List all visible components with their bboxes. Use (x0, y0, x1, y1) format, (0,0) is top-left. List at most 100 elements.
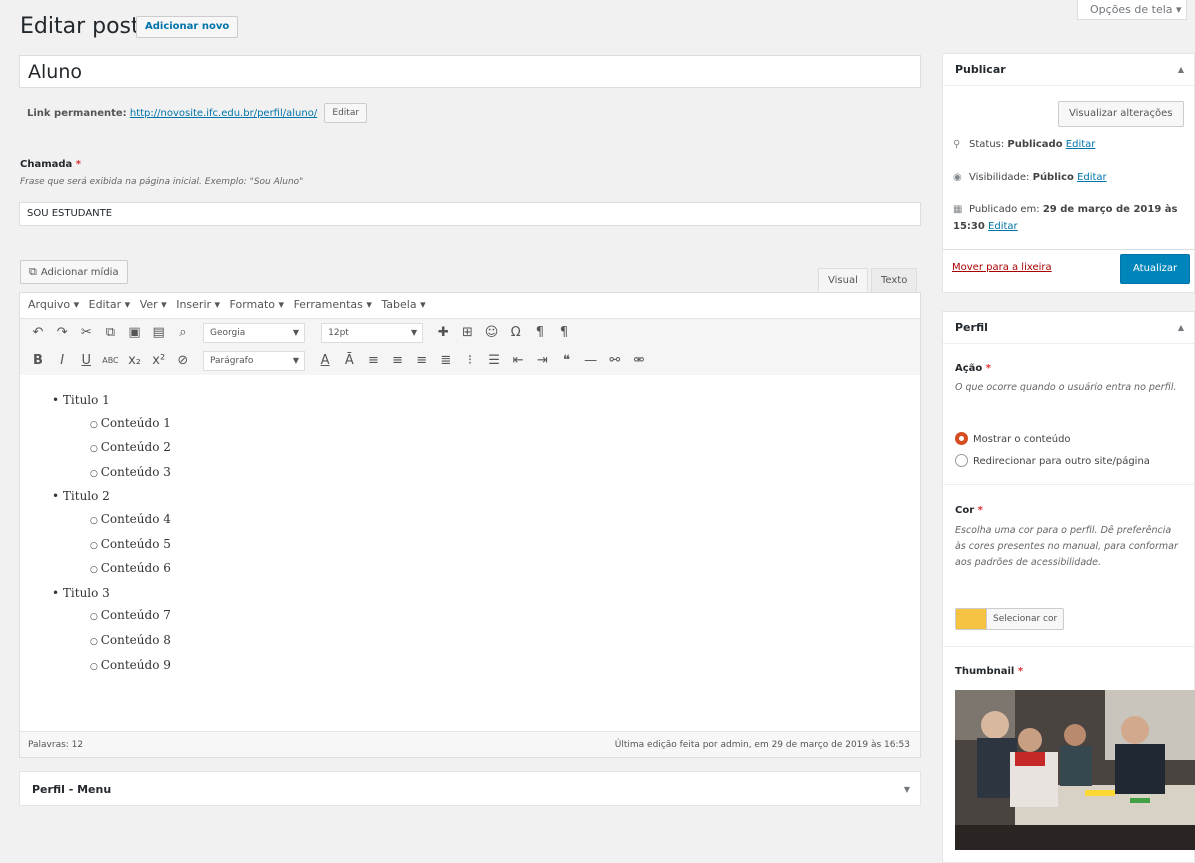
perfil-box: Perfil ▲ Ação * O que ocorre quando o us… (942, 311, 1195, 863)
chevron-up-icon[interactable]: ▲ (1178, 54, 1184, 86)
preview-changes-button[interactable]: Visualizar alterações (1058, 101, 1184, 127)
bg-color-icon[interactable]: Ā (339, 347, 359, 375)
chevron-up-icon[interactable]: ▲ (1178, 312, 1184, 344)
clear-format-icon[interactable]: ⊘ (173, 347, 193, 375)
thumbnail-label: Thumbnail * (955, 666, 1024, 677)
horizontal-line-icon[interactable]: — (581, 347, 601, 375)
color-picker-button[interactable]: Selecionar cor (955, 608, 1065, 630)
published-date-row: ▦ Publicado em: 29 de março de 2019 às (953, 204, 1178, 215)
radio-redirect[interactable]: Redirecionar para outro site/página (955, 454, 1150, 467)
link-icon[interactable]: ⚯ (605, 347, 625, 375)
indent-icon[interactable]: ⇥ (532, 347, 552, 375)
add-new-button[interactable]: Adicionar novo (136, 16, 239, 38)
list-item: Titulo 1 (20, 389, 920, 412)
special-char-icon[interactable]: Ω (506, 319, 526, 347)
editor-content[interactable]: Titulo 1 Conteúdo 1 Conteúdo 2 Conteúdo … (20, 389, 920, 678)
outdent-icon[interactable]: ⇤ (508, 347, 528, 375)
italic-icon[interactable]: I (52, 347, 72, 375)
screen-options-button[interactable]: Opções de tela ▾ (1077, 0, 1187, 20)
published-time-row: 15:30 Editar (953, 221, 1018, 232)
perfil-menu-header[interactable]: Perfil - Menu ▼ (20, 772, 920, 807)
underline-icon[interactable]: U (76, 347, 96, 375)
editor-statusbar: Palavras: 12 Última edição feita por adm… (20, 731, 920, 757)
align-left-icon[interactable]: ≡ (363, 347, 383, 375)
font-family-select[interactable]: Georgia ▼ (202, 323, 305, 343)
cor-description: Escolha uma cor para o perfil. Dê prefer… (955, 525, 1178, 568)
list-item: Titulo 3 (20, 582, 920, 605)
color-swatch (956, 609, 986, 629)
strikethrough-icon[interactable]: ABC (100, 347, 120, 375)
add-media-button[interactable]: ⧉ Adicionar mídia (20, 260, 128, 284)
numbered-list-icon[interactable]: ⁝ (460, 347, 480, 375)
page-title: Editar post (20, 14, 140, 39)
copy-icon[interactable]: ⧉ (100, 319, 120, 347)
chevron-down-icon[interactable]: ▼ (904, 772, 910, 807)
status-edit-link[interactable]: Editar (1066, 139, 1096, 150)
superscript-icon[interactable]: x² (149, 347, 169, 375)
font-size-select[interactable]: 12pt ▼ (321, 323, 424, 343)
redo-icon[interactable]: ↷ (52, 319, 72, 347)
tab-visual[interactable]: Visual (818, 268, 868, 292)
menu-tabela[interactable]: Tabela ▾ (381, 298, 425, 311)
format-select[interactable]: Parágrafo ▼ (202, 351, 305, 371)
rtl-icon[interactable]: ¶ (554, 319, 574, 347)
paste-text-icon[interactable]: ▤ (149, 319, 169, 347)
editor: Arquivo ▾ Editar ▾ Ver ▾ Inserir ▾ Forma… (19, 292, 921, 758)
menu-inserir[interactable]: Inserir ▾ (176, 298, 220, 311)
paragraph-icon[interactable]: ¶ (530, 319, 550, 347)
permalink-edit-button[interactable]: Editar (324, 103, 368, 123)
text-color-icon[interactable]: A (315, 347, 335, 375)
acao-label: Ação * (955, 363, 992, 374)
align-justify-icon[interactable]: ≣ (436, 347, 456, 375)
blockquote-icon[interactable]: ❝ (557, 347, 577, 375)
menu-formato[interactable]: Formato ▾ (230, 298, 285, 311)
update-button[interactable]: Atualizar (1120, 254, 1191, 284)
word-count: Palavras: 12 (28, 740, 84, 750)
editor-menubar: Arquivo ▾ Editar ▾ Ver ▾ Inserir ▾ Forma… (20, 293, 920, 319)
list-item: Conteúdo 1 (20, 412, 920, 437)
visibility-edit-link[interactable]: Editar (1077, 172, 1107, 183)
chamada-input[interactable]: SOU ESTUDANTE (19, 202, 921, 226)
chamada-description: Frase que será exibida na página inicial… (20, 177, 304, 187)
emoticon-icon[interactable]: ☺ (482, 319, 502, 347)
post-title-input[interactable]: Aluno (19, 55, 921, 88)
radio-checked-icon (955, 432, 968, 445)
publish-header[interactable]: Publicar ▲ (943, 54, 1194, 86)
list-item: Conteúdo 9 (20, 654, 920, 679)
align-center-icon[interactable]: ≡ (388, 347, 408, 375)
radio-show-content[interactable]: Mostrar o conteúdo (955, 432, 1071, 445)
table-icon[interactable]: ⊞ (457, 319, 477, 347)
thumbnail-image[interactable] (955, 690, 1195, 850)
permalink-label: Link permanente: (27, 108, 127, 119)
perfil-menu-box[interactable]: Perfil - Menu ▼ (19, 771, 921, 806)
date-edit-link[interactable]: Editar (988, 221, 1018, 232)
calendar-icon: ▦ (953, 204, 963, 215)
undo-icon[interactable]: ↶ (28, 319, 48, 347)
cut-icon[interactable]: ✂ (76, 319, 96, 347)
bold-icon[interactable]: B (28, 347, 48, 375)
permalink: Link permanente: http://novosite.ifc.edu… (27, 103, 368, 123)
visibility-row: ◉ Visibilidade: Público Editar (953, 172, 1107, 183)
chamada-label: Chamada * (20, 159, 81, 170)
paste-icon[interactable]: ▣ (125, 319, 145, 347)
list-item: Conteúdo 8 (20, 629, 920, 654)
menu-ver[interactable]: Ver ▾ (140, 298, 167, 311)
menu-ferramentas[interactable]: Ferramentas ▾ (294, 298, 372, 311)
eye-icon: ◉ (953, 172, 962, 183)
list-item: Conteúdo 4 (20, 508, 920, 533)
radio-unchecked-icon (955, 454, 968, 467)
tab-text[interactable]: Texto (871, 268, 918, 292)
list-item: Conteúdo 3 (20, 461, 920, 486)
align-right-icon[interactable]: ≡ (412, 347, 432, 375)
menu-editar[interactable]: Editar ▾ (89, 298, 131, 311)
unlink-icon[interactable]: ⚮ (629, 347, 649, 375)
perfil-header[interactable]: Perfil ▲ (943, 312, 1194, 344)
permalink-url[interactable]: http://novosite.ifc.edu.br/perfil/aluno/ (130, 108, 317, 119)
find-icon[interactable]: ⌕ (173, 319, 193, 347)
menu-arquivo[interactable]: Arquivo ▾ (28, 298, 79, 311)
subscript-icon[interactable]: x₂ (125, 347, 145, 375)
move-to-trash-link[interactable]: Mover para a lixeira (952, 262, 1052, 273)
media-icon: ⧉ (29, 265, 37, 278)
insert-icon[interactable]: ✚ (433, 319, 453, 347)
bullet-list-icon[interactable]: ☰ (484, 347, 504, 375)
